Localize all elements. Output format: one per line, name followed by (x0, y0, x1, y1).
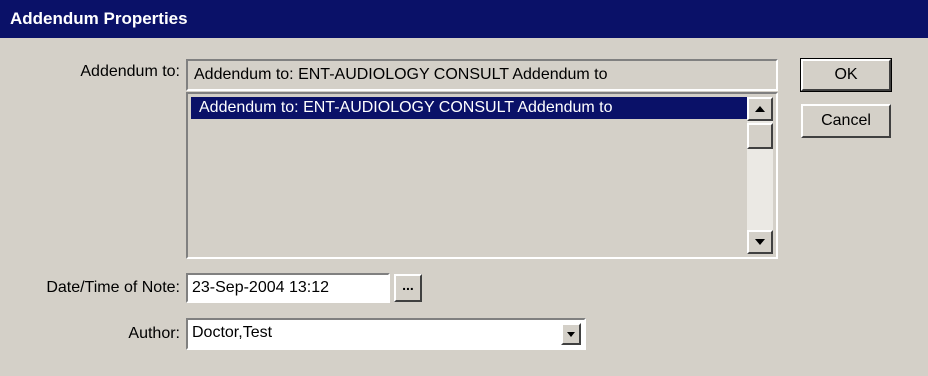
scroll-down-button[interactable] (747, 230, 773, 254)
author-combobox[interactable]: Doctor,Test (186, 318, 586, 350)
date-time-label: Date/Time of Note: (46, 279, 180, 296)
window-title: Addendum Properties (0, 0, 928, 38)
date-time-field[interactable]: 23-Sep-2004 13:12 (186, 273, 390, 303)
ellipsis-icon: ... (402, 277, 414, 293)
cancel-button[interactable]: Cancel (801, 104, 891, 138)
author-dropdown-button[interactable] (561, 323, 581, 345)
addendum-to-label: Addendum to: (80, 63, 180, 80)
scroll-down-arrow-icon (755, 239, 765, 245)
scroll-up-arrow-icon (755, 106, 765, 112)
addendum-to-field: Addendum to: ENT-AUDIOLOGY CONSULT Adden… (186, 59, 778, 91)
listbox-scrollbar[interactable] (747, 97, 773, 254)
addendum-listbox[interactable]: Addendum to: ENT-AUDIOLOGY CONSULT Adden… (186, 92, 778, 259)
author-label: Author: (128, 325, 180, 342)
scroll-thumb[interactable] (747, 123, 773, 149)
date-picker-button[interactable]: ... (394, 274, 422, 302)
chevron-down-icon (567, 331, 575, 337)
list-item-selected[interactable]: Addendum to: ENT-AUDIOLOGY CONSULT Adden… (191, 97, 751, 119)
author-value: Doctor,Test (192, 324, 273, 341)
addendum-properties-dialog: Addendum Properties Addendum to: Addendu… (0, 0, 928, 376)
scroll-up-button[interactable] (747, 97, 773, 121)
ok-button[interactable]: OK (800, 58, 892, 92)
addendum-to-value: Addendum to: ENT-AUDIOLOGY CONSULT Adden… (194, 66, 608, 83)
date-time-value: 23-Sep-2004 13:12 (192, 279, 329, 296)
